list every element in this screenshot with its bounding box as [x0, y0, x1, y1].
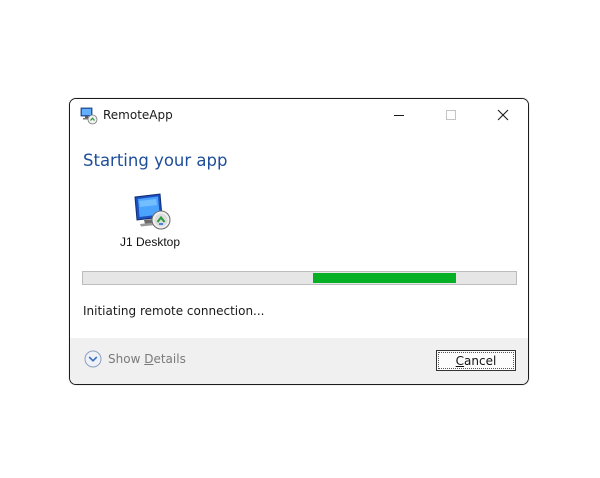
cancel-button[interactable]: Cancel	[436, 350, 516, 371]
minimize-icon	[394, 115, 404, 116]
maximize-icon	[446, 110, 456, 120]
minimize-button[interactable]	[376, 99, 422, 131]
page-title: Starting your app	[83, 151, 228, 170]
remoteapp-icon	[80, 107, 98, 125]
progress-bar-fill	[313, 273, 456, 283]
progress-bar	[82, 271, 517, 285]
resource-name: J1 Desktop	[119, 235, 181, 249]
close-button[interactable]	[480, 99, 526, 131]
close-icon	[497, 109, 509, 121]
maximize-button[interactable]	[428, 99, 474, 131]
status-text: Initiating remote connection...	[83, 304, 265, 318]
remoteapp-dialog: RemoteApp Starting your app J1 Desktop I…	[69, 98, 529, 385]
chevron-down-circle-icon	[84, 350, 102, 368]
show-details-label: Show Details	[108, 352, 186, 366]
window-title: RemoteApp	[103, 108, 173, 122]
show-details-button[interactable]: Show Details	[84, 350, 186, 368]
cancel-label: Cancel	[455, 353, 497, 368]
remote-desktop-icon	[134, 193, 171, 230]
title-bar[interactable]: RemoteApp	[70, 99, 528, 131]
dialog-footer: Show Details Cancel	[70, 338, 528, 384]
